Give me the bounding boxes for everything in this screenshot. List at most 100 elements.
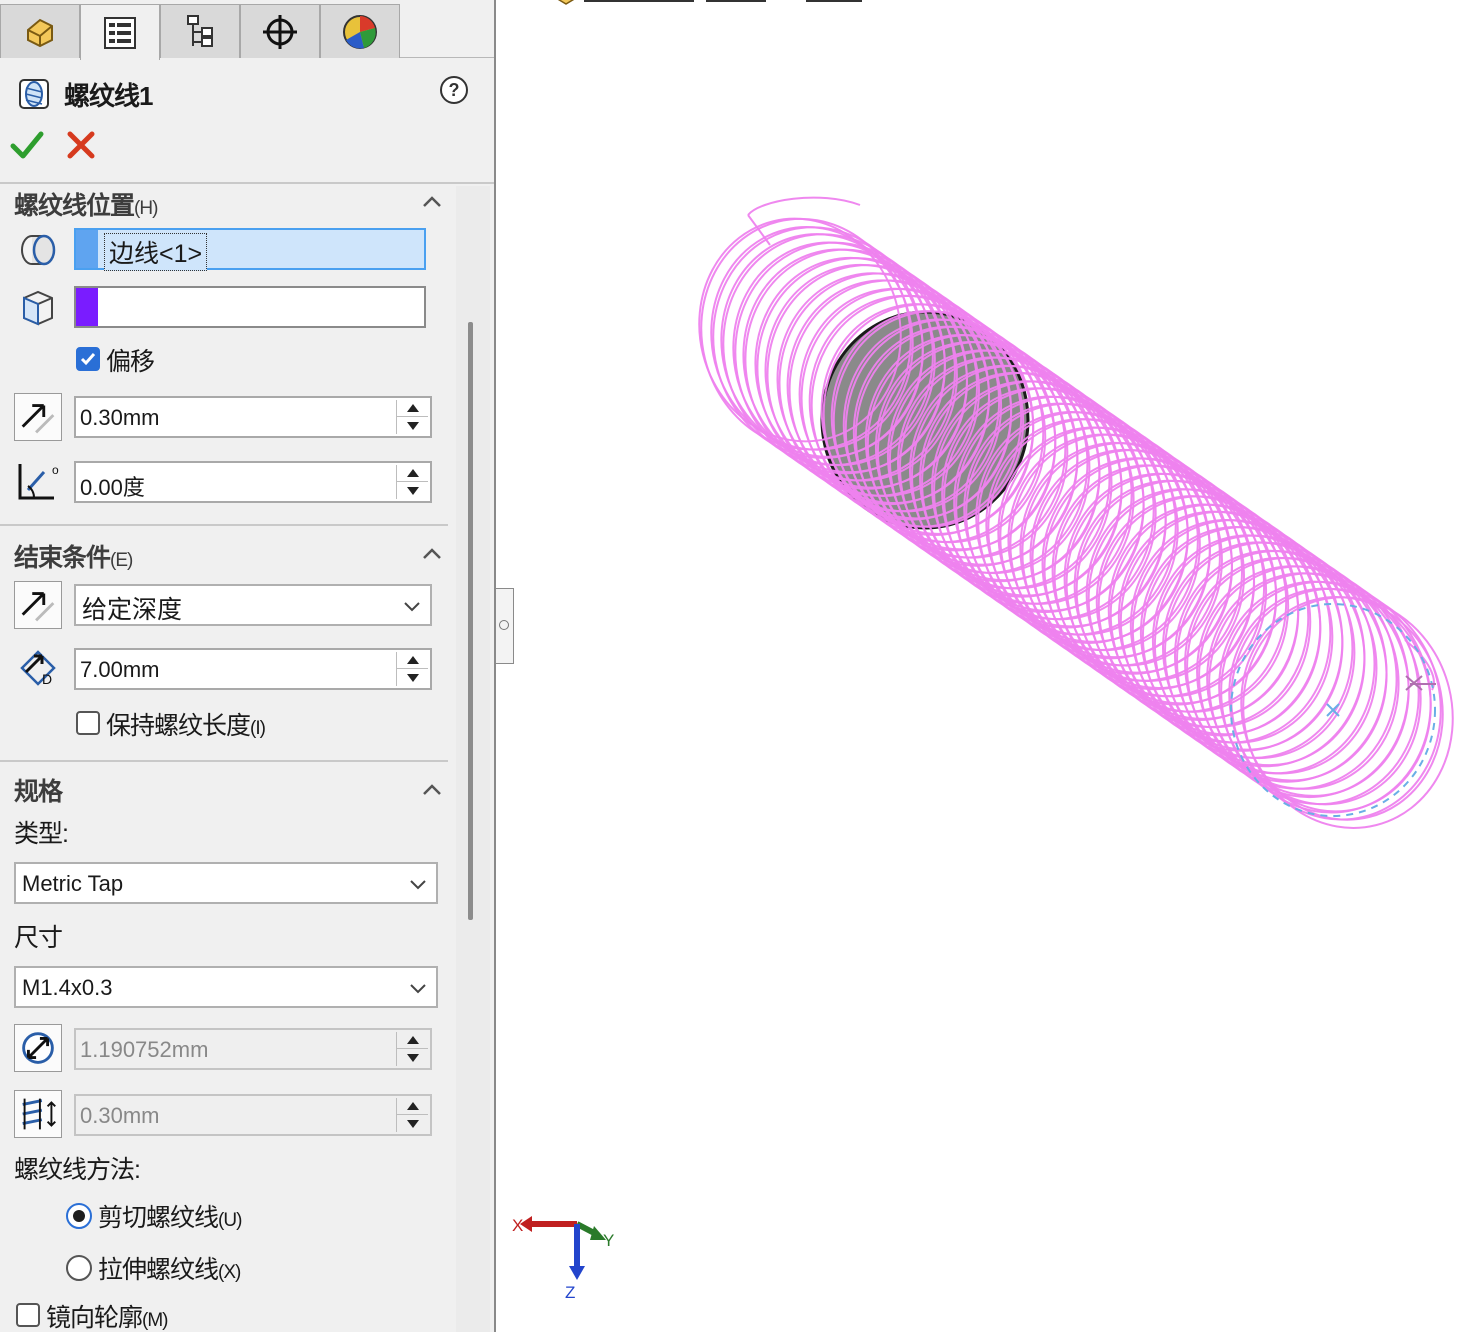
keep-thread-length-text: 保持螺纹长度 (106, 712, 251, 740)
spin-up-icon[interactable] (397, 1032, 428, 1049)
spin-down-icon[interactable] (397, 1049, 428, 1066)
end-condition-dropdown[interactable]: 给定深度 (74, 584, 432, 626)
edge-selection-box[interactable]: 边线<1> (74, 228, 426, 271)
pitch-field[interactable]: 0.30mm (74, 1094, 432, 1136)
face-selection-icon (23, 290, 53, 326)
diameter-spinner[interactable] (396, 1032, 428, 1066)
thread-helix-preview[interactable] (676, 196, 1474, 850)
feature-manager-tab[interactable] (0, 4, 80, 58)
diameter-value: 1.190752mm (80, 1037, 209, 1062)
depth-field[interactable]: 7.00mm (74, 648, 432, 690)
offset-checkbox[interactable] (76, 347, 100, 371)
spin-up-icon[interactable] (397, 400, 428, 417)
chevron-up-icon[interactable] (420, 778, 444, 802)
ok-button[interactable] (10, 128, 44, 162)
spin-down-icon[interactable] (397, 669, 428, 686)
thread-size-dropdown[interactable]: M1.4x0.3 (14, 966, 438, 1008)
offset-direction-icon[interactable] (14, 393, 62, 441)
type-label: 类型: (14, 820, 69, 848)
cut-thread-text: 剪切螺纹线 (98, 1204, 219, 1232)
panel-scrollbar-track[interactable] (456, 186, 490, 1332)
depth-value: 7.00mm (80, 657, 160, 682)
extrude-thread-radio[interactable] (66, 1255, 92, 1281)
depth-icon: D (20, 650, 56, 687)
spin-down-icon[interactable] (397, 1115, 428, 1132)
cancel-button[interactable] (64, 128, 98, 162)
end-condition-group-title[interactable]: 结束条件(E) (14, 538, 133, 574)
thread-type-dropdown[interactable]: Metric Tap (14, 862, 438, 904)
display-manager-icon (343, 14, 377, 49)
keep-thread-length-label: 保持螺纹长度(I) (106, 706, 266, 742)
extrude-thread-text: 拉伸螺纹线 (98, 1256, 219, 1284)
axis-y-label: Y (603, 1231, 614, 1250)
chevron-up-icon[interactable] (420, 542, 444, 566)
axis-z-label: Z (565, 1283, 575, 1302)
cut-thread-label: 剪切螺纹线(U) (98, 1198, 242, 1234)
cut-thread-radio[interactable] (66, 1203, 92, 1229)
extrude-thread-label: 拉伸螺纹线(X) (98, 1250, 241, 1286)
edge-color-swatch (76, 230, 98, 268)
display-manager-tab[interactable] (320, 4, 400, 58)
keep-thread-length-shortcut: (I) (250, 718, 266, 739)
angle-field[interactable]: 0.00度 (74, 461, 432, 503)
keep-thread-length-checkbox[interactable] (76, 711, 100, 735)
property-manager-icon (104, 16, 136, 49)
depth-spinner[interactable] (396, 652, 428, 686)
thread-method-label: 螺纹线方法: (14, 1156, 141, 1184)
thread-size-value: M1.4x0.3 (22, 975, 113, 1000)
edge-selection-value: 边线<1> (104, 233, 208, 271)
svg-text:?: ? (449, 80, 460, 100)
specification-group-title[interactable]: 规格 (14, 772, 63, 808)
svg-text:D: D (42, 671, 52, 687)
mirror-profile-text: 镜向轮廓 (46, 1304, 143, 1332)
spin-up-icon[interactable] (397, 652, 428, 669)
dimxpert-manager-tab[interactable] (240, 4, 320, 58)
extrude-thread-shortcut: (X) (218, 1262, 241, 1283)
thread-location-group-title[interactable]: 螺纹线位置(H) (14, 186, 158, 222)
thread-type-value: Metric Tap (22, 871, 124, 896)
pitch-override-icon[interactable] (14, 1090, 62, 1138)
group-divider (0, 524, 448, 526)
thread-location-title-text: 螺纹线位置 (14, 192, 135, 220)
diameter-override-icon[interactable] (14, 1024, 62, 1072)
crosshair-icon (263, 14, 297, 49)
end-condition-shortcut: (E) (110, 550, 133, 571)
spin-up-icon[interactable] (397, 465, 428, 482)
spin-up-icon[interactable] (397, 1098, 428, 1115)
feature-title: 螺纹线1 (64, 81, 153, 111)
face-color-swatch (76, 288, 98, 326)
spin-down-icon[interactable] (397, 482, 428, 499)
offset-distance-spinner[interactable] (396, 400, 428, 434)
property-manager-tab[interactable] (80, 4, 160, 60)
chevron-down-icon (410, 880, 426, 890)
reverse-direction-icon[interactable] (14, 581, 62, 629)
end-condition-value: 给定深度 (82, 596, 183, 624)
face-selection-box[interactable] (74, 286, 426, 328)
mirror-profile-shortcut: (M) (142, 1310, 169, 1331)
diameter-field[interactable]: 1.190752mm (74, 1028, 432, 1070)
checkmark-icon (80, 353, 96, 366)
offset-distance-field[interactable]: 0.30mm (74, 396, 432, 438)
angle-spinner[interactable] (396, 465, 428, 499)
mirror-profile-checkbox[interactable] (16, 1303, 40, 1327)
help-icon[interactable]: ? (438, 74, 470, 106)
feature-manager-icon (27, 18, 53, 47)
thread-feature-icon (19, 79, 49, 109)
manager-tab-strip (0, 0, 494, 60)
chevron-up-icon[interactable] (420, 190, 444, 214)
breadcrumb-bar (557, 0, 862, 5)
spin-down-icon[interactable] (397, 417, 428, 434)
graphics-viewport[interactable]: X Y Z (498, 0, 1474, 1332)
pitch-spinner[interactable] (396, 1098, 428, 1132)
configuration-manager-tab[interactable] (160, 4, 240, 58)
header-divider (0, 182, 494, 184)
offset-label: 偏移 (106, 348, 155, 376)
end-condition-title-text: 结束条件 (14, 544, 111, 572)
chevron-down-icon (410, 984, 426, 994)
panel-scrollbar-thumb[interactable] (468, 322, 473, 920)
group-divider (0, 760, 448, 762)
svg-text:o: o (52, 463, 59, 477)
chevron-down-icon (404, 602, 420, 612)
feature-title-row: 螺纹线1 (0, 64, 494, 118)
property-manager-panel: 螺纹线1 ? 螺纹线位置(H) 边线<1> 偏移 0.30mm o 0.00度 … (0, 0, 496, 1332)
